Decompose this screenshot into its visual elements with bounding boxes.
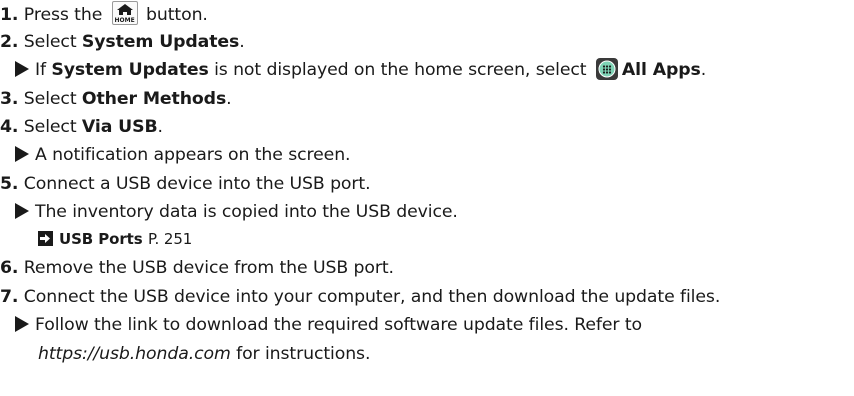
- usb-ports-cross-reference[interactable]: USB Ports P. 251: [38, 227, 192, 251]
- step-text-post: button.: [140, 5, 208, 25]
- step-number: 5.: [0, 174, 19, 194]
- step-number: 4.: [0, 117, 19, 137]
- step-number: 7.: [0, 287, 19, 307]
- step-text-pre: Select: [23, 32, 82, 52]
- step-5: 5. Connect a USB device into the USB por…: [0, 172, 371, 196]
- step-6: 6. Remove the USB device from the USB po…: [0, 256, 394, 280]
- step-1: 1. Press the HOME button.: [0, 1, 208, 25]
- step-3: 3. Select Other Methods.: [0, 87, 232, 111]
- step-5-note: The inventory data is copied into the US…: [15, 200, 458, 224]
- step-text-pre: Select: [23, 89, 82, 109]
- step-7-note-continued: https://usb.honda.com for instructions.: [38, 342, 370, 366]
- note-bold-term: All Apps: [621, 60, 701, 80]
- step-7-note: Follow the link to download the required…: [15, 313, 642, 337]
- note-text: A notification appears on the screen.: [35, 145, 351, 165]
- note-text: The inventory data is copied into the US…: [35, 202, 458, 222]
- step-bold-term: Via USB: [81, 117, 158, 137]
- step-4-note: A notification appears on the screen.: [15, 143, 351, 167]
- cross-reference-arrow-icon: [38, 231, 53, 246]
- step-bold-term: Other Methods: [81, 89, 227, 109]
- procedure-document: 1. Press the HOME button. 2. Select Syst…: [0, 0, 854, 396]
- step-number: 6.: [0, 258, 19, 278]
- step-number: 1.: [0, 5, 19, 25]
- step-text-pre: Select: [23, 117, 82, 137]
- bullet-triangle-icon: [15, 146, 29, 162]
- step-2: 2. Select System Updates.: [0, 30, 245, 54]
- note-text: Follow the link to download the required…: [35, 315, 642, 335]
- note-text-mid: is not displayed on the home screen, sel…: [208, 60, 592, 80]
- note-bold-term: System Updates: [51, 60, 209, 80]
- note-text-pre: If: [35, 60, 52, 80]
- step-text-pre: Press the: [23, 5, 108, 25]
- step-text: Connect a USB device into the USB port.: [23, 174, 371, 194]
- step-number: 3.: [0, 89, 19, 109]
- step-bold-term: System Updates: [81, 32, 240, 52]
- step-4: 4. Select Via USB.: [0, 115, 163, 139]
- home-icon-label: HOME: [114, 17, 135, 24]
- step-7: 7. Connect the USB device into your comp…: [0, 285, 720, 309]
- all-apps-icon: [595, 58, 618, 80]
- cross-reference-label[interactable]: USB Ports: [59, 230, 143, 248]
- home-button-icon: HOME: [111, 1, 138, 25]
- step-text-post: .: [239, 32, 245, 52]
- step-number: 2.: [0, 32, 19, 52]
- step-text-post: .: [226, 89, 232, 109]
- honda-usb-link[interactable]: https://usb.honda.com: [38, 344, 231, 364]
- step-text: Connect the USB device into your compute…: [23, 287, 721, 307]
- bullet-triangle-icon: [15, 61, 29, 77]
- bullet-triangle-icon: [15, 316, 29, 332]
- step-2-note: If System Updates is not displayed on th…: [15, 58, 706, 82]
- note-text-post: .: [700, 60, 707, 80]
- note-text-post: for instructions.: [230, 344, 371, 364]
- step-text: Remove the USB device from the USB port.: [23, 258, 394, 278]
- bullet-triangle-icon: [15, 203, 29, 219]
- cross-reference-page: P. 251: [147, 230, 193, 248]
- step-text-post: .: [157, 117, 164, 137]
